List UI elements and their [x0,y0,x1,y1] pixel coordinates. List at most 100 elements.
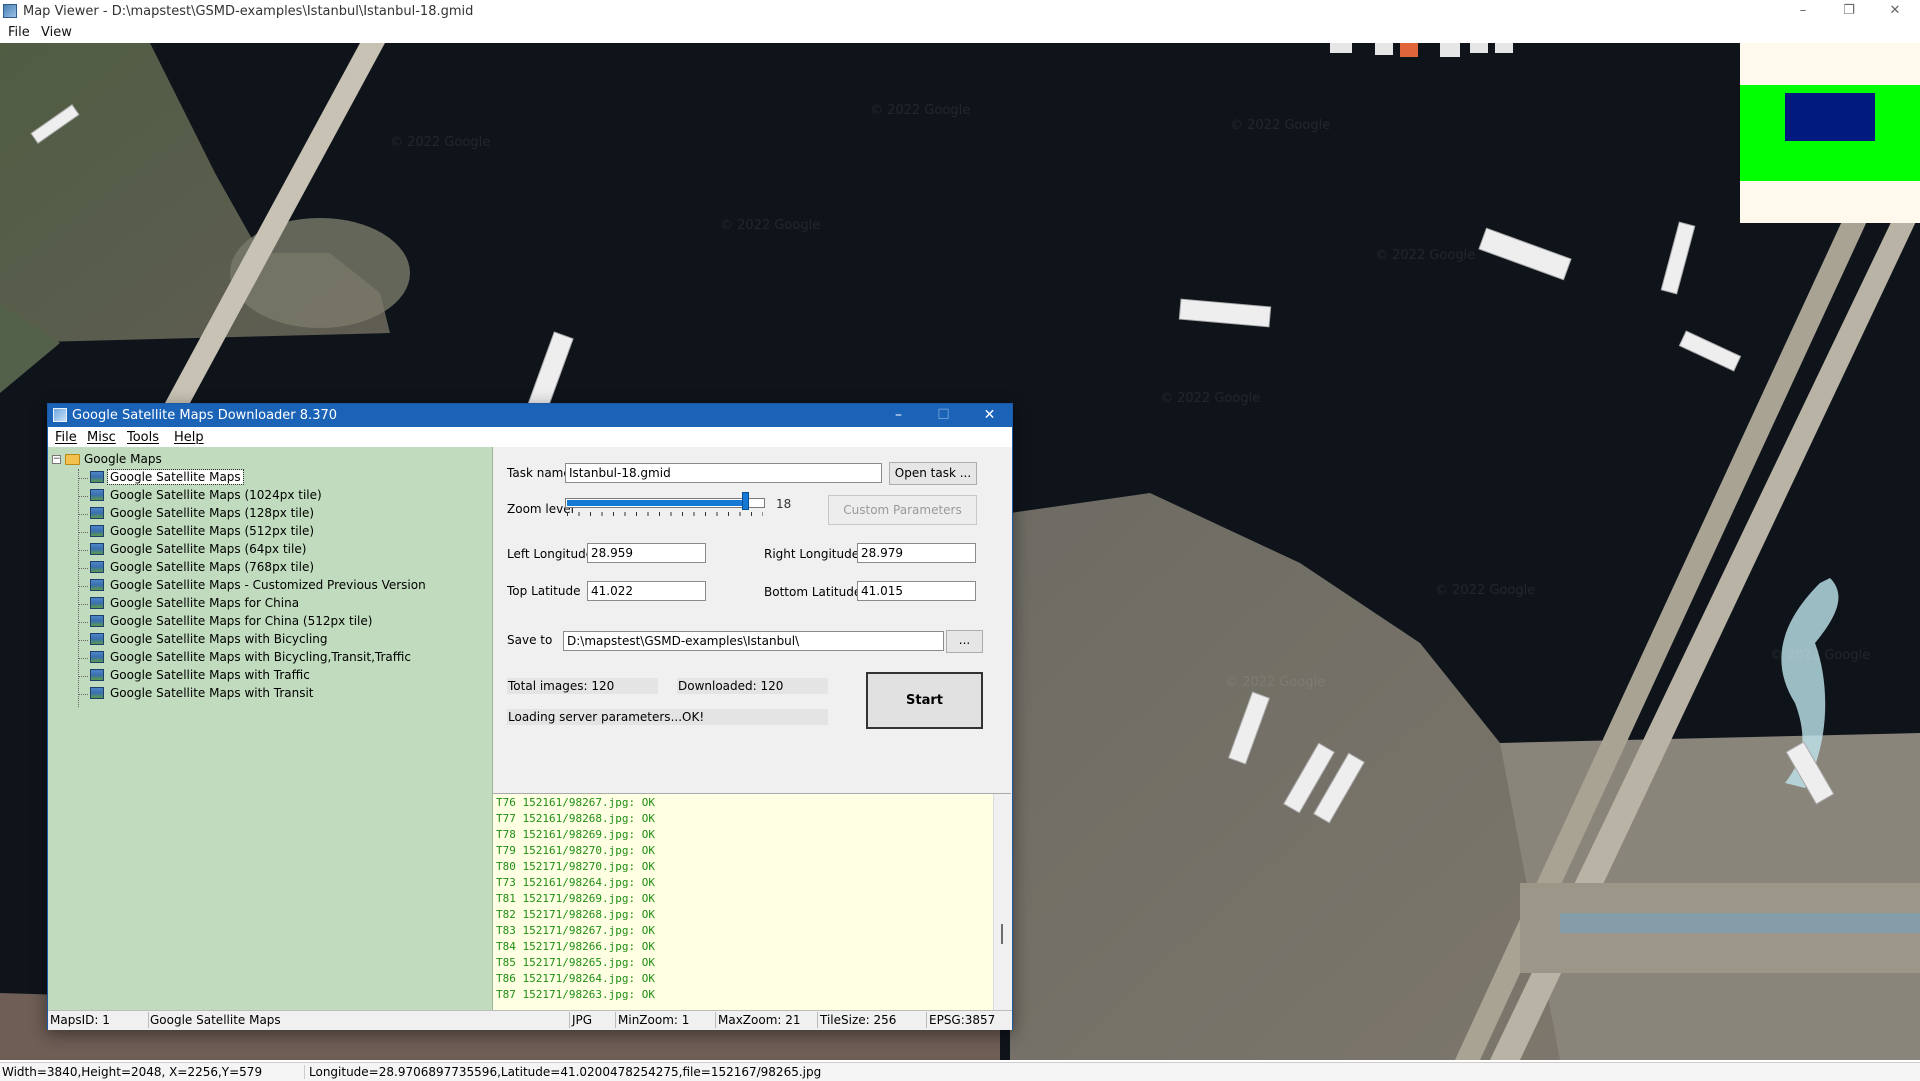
tree-connector [78,550,88,551]
map-icon [90,633,104,645]
tree-item[interactable]: Google Satellite Maps with Bicycling [78,631,478,649]
start-button[interactable]: Start [866,672,983,729]
tree-item[interactable]: Google Satellite Maps (64px tile) [78,541,478,559]
tree-item[interactable]: Google Satellite Maps with Traffic [78,667,478,685]
tree-item[interactable]: Google Satellite Maps with Bicycling,Tra… [78,649,478,667]
dialog-menu-file[interactable]: File [55,430,77,445]
tree-item-label: Google Satellite Maps [107,469,244,485]
tree-connector [78,532,88,533]
tree-connector [78,586,88,587]
tree-item[interactable]: Google Satellite Maps [78,469,478,487]
tree-item-label: Google Satellite Maps with Bicycling [110,632,328,646]
dialog-close-button[interactable]: ✕ [967,404,1012,427]
map-icon [90,579,104,591]
minimap-viewport[interactable] [1785,93,1875,141]
browse-button[interactable]: ... [946,630,983,653]
app-title: Map Viewer - D:\mapstest\GSMD-examples\I… [23,4,474,19]
slider-thumb[interactable] [742,492,749,510]
log-line: T84 152171/98266.jpg: OK [496,940,655,953]
tree-item[interactable]: Google Satellite Maps with Transit [78,685,478,703]
tree-item-label: Google Satellite Maps (64px tile) [110,542,307,556]
bottom-latitude-field[interactable]: 41.015 [857,581,976,601]
status-format: JPG [572,1013,593,1027]
log-line: T82 152171/98268.jpg: OK [496,908,655,921]
task-name-label: Task name [507,466,571,480]
dialog-titlebar[interactable]: Google Satellite Maps Downloader 8.370 –… [48,404,1012,427]
tree-item[interactable]: Google Satellite Maps for China (512px t… [78,613,478,631]
left-longitude-field[interactable]: 28.959 [587,543,706,563]
save-to-field[interactable]: D:\mapstest\GSMD-examples\Istanbul\ [563,631,944,651]
right-longitude-label: Right Longitude [764,547,860,561]
tree-connector [78,604,88,605]
map-watermark: © 2022 Google [390,135,491,150]
map-icon [90,561,104,573]
top-latitude-field[interactable]: 41.022 [587,581,706,601]
close-button[interactable]: ✕ [1872,0,1918,22]
slider-ticks [567,512,763,516]
tree-item-label: Google Satellite Maps (512px tile) [110,524,315,538]
map-watermark: © 2022 Google [1435,583,1536,598]
total-images-readout: Total images: 120 [507,678,658,694]
collapse-icon[interactable]: − [52,455,61,464]
downloader-dialog: Google Satellite Maps Downloader 8.370 –… [47,403,1013,1030]
restore-button[interactable]: ❐ [1826,0,1872,22]
tree-connector [78,568,88,569]
dialog-app-icon [53,408,67,422]
tree-item[interactable]: Google Satellite Maps for China [78,595,478,613]
map-icon [90,507,104,519]
tree-connector [78,676,88,677]
map-icon [90,525,104,537]
status-max-zoom: MaxZoom: 21 [718,1013,801,1027]
download-log[interactable]: T76 152161/98267.jpg: OK T77 152161/98268… [493,793,1011,1011]
status-message: Loading server parameters...OK! [507,709,828,725]
tree-item-label: Google Satellite Maps (128px tile) [110,506,315,520]
tree-item-label: Google Satellite Maps with Transit [110,686,314,700]
status-divider [569,1012,570,1028]
tree-item[interactable]: Google Satellite Maps (128px tile) [78,505,478,523]
log-line: T80 152171/98270.jpg: OK [496,860,655,873]
downloaded-readout: Downloaded: 120 [677,678,828,694]
log-line: T73 152161/98264.jpg: OK [496,876,655,889]
dialog-maximize-button: ☐ [937,407,950,423]
dialog-title: Google Satellite Maps Downloader 8.370 [72,408,338,423]
dialog-menu-misc[interactable]: Misc [87,430,116,445]
tree-item[interactable]: Google Satellite Maps - Customized Previ… [78,577,478,595]
folder-icon [65,454,80,465]
map-icon [90,615,104,627]
tree-item[interactable]: Google Satellite Maps (512px tile) [78,523,478,541]
menu-view[interactable]: View [41,25,72,40]
map-watermark: © 2022 Google [1160,391,1261,406]
tree-item[interactable]: Google Satellite Maps (1024px tile) [78,487,478,505]
dialog-menu-help[interactable]: Help [174,430,204,445]
dialog-minimize-button[interactable]: – [876,404,921,427]
task-name-field[interactable]: Istanbul-18.gmid [565,463,882,483]
status-min-zoom: MinZoom: 1 [618,1013,690,1027]
map-watermark: © 2022 Google [1225,675,1326,690]
zoom-level-slider[interactable]: 18 [565,492,795,525]
log-scrollbar-thumb[interactable] [1001,924,1003,944]
save-to-label: Save to [507,633,553,647]
slider-track [565,498,765,508]
zoom-level-value: 18 [776,497,792,511]
map-watermark: © 2022 Google [720,218,821,233]
minimize-button[interactable]: – [1780,0,1826,22]
zoom-level-label: Zoom level [507,502,574,516]
log-line: T78 152161/98269.jpg: OK [496,828,655,841]
open-task-button[interactable]: Open task ... [889,462,977,485]
log-line: T86 152171/98264.jpg: OK [496,972,655,985]
status-divider [148,1012,149,1028]
tree-connector [78,640,88,641]
log-scrollbar[interactable] [993,794,1011,1011]
tree-item[interactable]: Google Satellite Maps (768px tile) [78,559,478,577]
dialog-menu-tools[interactable]: Tools [127,430,159,445]
minimap[interactable] [1740,43,1920,223]
map-source-tree[interactable]: − Google Maps Google Satellite Maps Googl… [48,447,493,1010]
app-titlebar: Map Viewer - D:\mapstest\GSMD-examples\I… [0,0,1920,23]
log-line: T81 152171/98269.jpg: OK [496,892,655,905]
status-dimensions: Width=3840,Height=2048, X=2256,Y=579 [2,1065,263,1079]
status-coordinates: Longitude=28.9706897735596,Latitude=41.0… [304,1065,821,1079]
right-longitude-field[interactable]: 28.979 [857,543,976,563]
status-divider [615,1012,616,1028]
tree-connector [78,496,88,497]
menu-file[interactable]: File [8,25,30,40]
